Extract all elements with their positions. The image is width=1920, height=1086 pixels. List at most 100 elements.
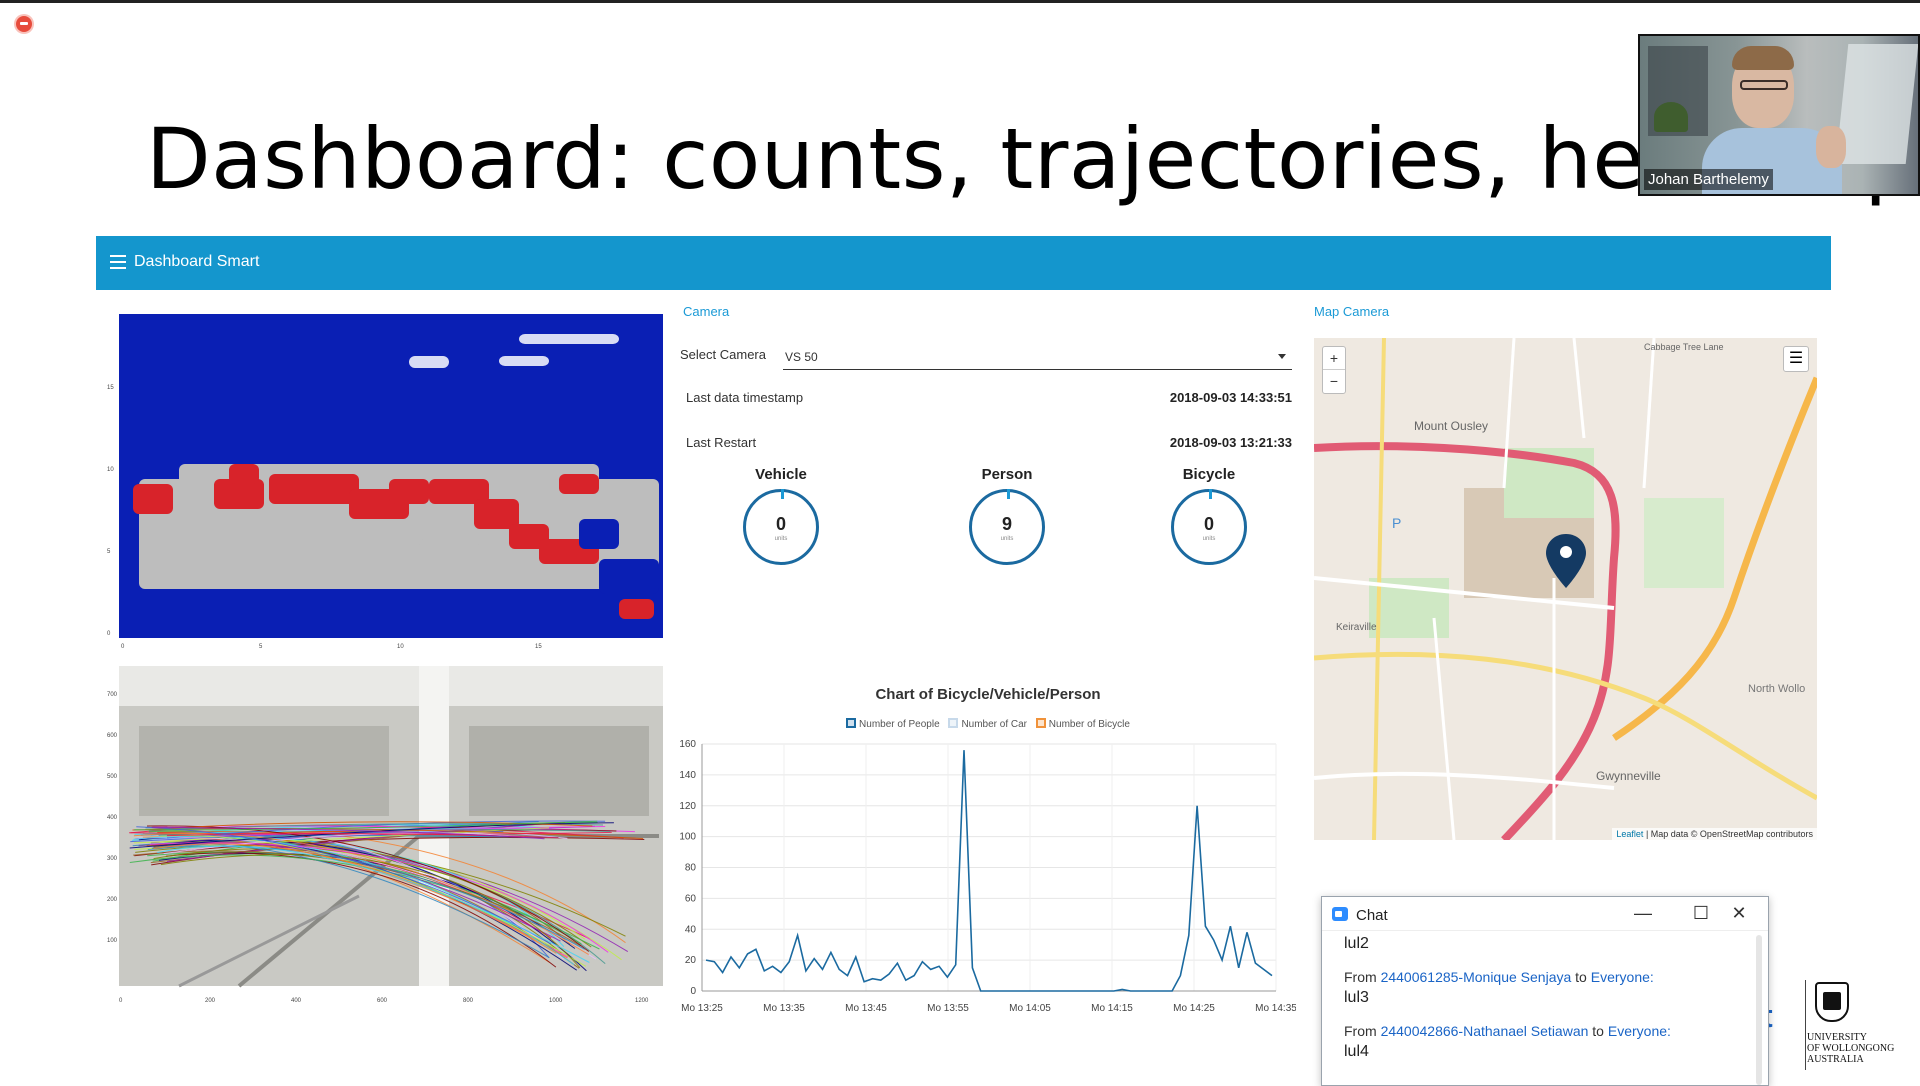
heatmap-cell — [579, 519, 619, 549]
y-tick-label: 80 — [685, 863, 697, 874]
dashboard-header: Dashboard Smart — [96, 236, 1831, 290]
map-label-north-wollongong: North Wollo — [1748, 683, 1805, 695]
uow-logo: UNIVERSITY OF WOLLONGONG AUSTRALIA — [1805, 980, 1920, 1080]
heatmap-cell — [389, 479, 429, 504]
zoom-in-button[interactable]: + — [1323, 347, 1345, 370]
x-tick-label: Mo 14:35 — [1255, 1003, 1296, 1014]
to-word: to — [1592, 1023, 1604, 1039]
sender-name[interactable]: 2440061285-Monique Senjaya — [1381, 969, 1572, 985]
y-tick-label: 0 — [690, 986, 696, 997]
x-tick-label: Mo 13:35 — [763, 1003, 805, 1014]
bicycle-gauge-value: 0 — [1203, 514, 1214, 534]
map-section-label: Map Camera — [1314, 304, 1390, 319]
legend-swatch-car — [948, 718, 959, 728]
trajectory-y-tick: 100 — [107, 938, 118, 944]
camera-select[interactable]: VS 50 — [783, 344, 1292, 370]
map-view[interactable]: Mount Ousley Keiraville Gwynneville Nort… — [1314, 338, 1817, 840]
legend-car[interactable]: Number of Car — [948, 718, 1027, 730]
chat-window[interactable]: Chat — ☐ ✕ lul2 From 2440061285-Monique … — [1321, 896, 1769, 1086]
chat-titlebar: Chat — ☐ ✕ — [1322, 897, 1768, 931]
map-label-gwynneville: Gwynneville — [1596, 769, 1661, 783]
screen-top-border — [0, 0, 1920, 3]
legend-swatch-people — [846, 718, 857, 728]
person-gauge-ring: 9 units — [969, 489, 1045, 565]
heatmap-x-tick: 10 — [397, 644, 404, 648]
trajectory-x-tick: 400 — [291, 998, 302, 1002]
heatmap-cell — [474, 499, 519, 529]
last-timestamp-row: Last data timestamp 2018-09-03 14:33:51 — [686, 390, 1292, 410]
last-restart-label: Last Restart — [686, 435, 757, 450]
from-word: From — [1344, 969, 1377, 985]
chat-message-sender: From 2440061285-Monique Senjaya to Every… — [1344, 969, 1746, 985]
heatmap-cell — [519, 334, 619, 344]
heatmap-x-tick: 15 — [535, 644, 542, 648]
last-timestamp-value: 2018-09-03 14:33:51 — [1169, 390, 1292, 405]
heatmap-cell — [419, 539, 479, 559]
map-zoom-control: + − — [1322, 346, 1346, 394]
zoom-chat-icon — [1332, 907, 1348, 921]
video-person-hair — [1732, 46, 1794, 70]
trajectory-x-tick: 1000 — [549, 998, 563, 1002]
to-word: to — [1575, 969, 1587, 985]
person-gauge: Person 9 units — [957, 466, 1057, 565]
y-tick-label: 20 — [685, 955, 697, 966]
person-gauge-unit: units — [1000, 536, 1014, 542]
video-glasses — [1740, 80, 1788, 90]
heatmap-y-tick: 10 — [107, 467, 114, 473]
heatmap-cell — [133, 484, 173, 514]
map-svg: Mount Ousley Keiraville Gwynneville Nort… — [1314, 338, 1817, 840]
vehicle-gauge: Vehicle 0 units — [731, 466, 831, 565]
university-name-line3: AUSTRALIA — [1807, 1054, 1864, 1065]
dashboard-title: Dashboard Smart — [134, 253, 260, 270]
gauge-needle-icon — [1007, 489, 1010, 499]
heatmap-cell — [409, 356, 449, 368]
recording-indicator-icon[interactable] — [16, 16, 32, 32]
legend-people-label: Number of People — [859, 719, 940, 730]
chat-message-text: lul4 — [1344, 1043, 1369, 1060]
trajectory-x-tick: 200 — [205, 998, 216, 1002]
heatmap-cell — [229, 464, 259, 484]
chat-scrollbar[interactable] — [1756, 935, 1762, 1085]
trajectory-y-tick: 300 — [107, 856, 118, 862]
bicycle-gauge: Bicycle 0 units — [1159, 466, 1259, 565]
chat-messages: lul2 From 2440061285-Monique Senjaya to … — [1322, 931, 1768, 1081]
close-button[interactable]: ✕ — [1728, 903, 1750, 925]
gauge-needle-icon — [781, 489, 784, 499]
line-chart-svg: 0 20 40 60 80 100 120 140 160 Mo 13:25 Mo 13:35 Mo … — [679, 739, 1297, 1014]
x-tick-label: Mo 13:45 — [845, 1003, 887, 1014]
maximize-button[interactable]: ☐ — [1690, 903, 1712, 925]
legend-car-label: Number of Car — [961, 719, 1028, 730]
recipient-name[interactable]: Everyone: — [1591, 969, 1654, 985]
heatmap-cell — [619, 599, 654, 619]
chat-message-text: lul2 — [1344, 935, 1369, 952]
heatmap-svg: 1510500 5 10 15 — [107, 314, 663, 648]
trajectory-y-tick: 500 — [107, 774, 118, 780]
legend-swatch-bicycle — [1035, 718, 1046, 728]
chat-message-sender: From 2440042866-Nathanael Setiawan to Ev… — [1344, 1023, 1746, 1039]
dropdown-caret-icon — [1278, 354, 1286, 359]
zoom-out-button[interactable]: − — [1323, 370, 1345, 393]
y-tick-label: 160 — [680, 739, 696, 750]
sender-name[interactable]: 2440042866-Nathanael Setiawan — [1381, 1023, 1589, 1039]
university-name: UNIVERSITY OF WOLLONGONG AUSTRALIA — [1807, 1032, 1894, 1065]
trajectory-y-tick: 700 — [107, 692, 118, 698]
recipient-name[interactable]: Everyone: — [1608, 1023, 1671, 1039]
hamburger-menu-icon[interactable] — [110, 255, 126, 269]
minimize-button[interactable]: — — [1632, 903, 1654, 925]
layers-menu-icon[interactable]: ☰ — [1783, 346, 1809, 372]
chart-legend: Number of People Number of Car Number of… — [680, 718, 1296, 730]
participant-video-tile[interactable]: Johan Barthelemy — [1638, 34, 1920, 196]
bicycle-gauge-unit: units — [1202, 536, 1216, 542]
legend-people[interactable]: Number of People — [846, 718, 940, 730]
heatmap-cell — [599, 559, 659, 594]
video-window — [1835, 44, 1918, 164]
legend-bicycle[interactable]: Number of Bicycle — [1035, 718, 1130, 730]
camera-section-label: Camera — [683, 304, 730, 319]
vehicle-gauge-ring: 0 units — [743, 489, 819, 565]
trajectory-y-tick: 400 — [107, 815, 118, 821]
leaflet-link[interactable]: Leaflet — [1616, 829, 1643, 839]
last-timestamp-label: Last data timestamp — [686, 390, 804, 405]
university-crest-icon — [1815, 982, 1849, 1022]
trajectories-plot: 700 600 500 400 300 200 100 0 200 400 600 800 1000 12… — [107, 666, 663, 1002]
y-tick-label: 40 — [685, 924, 697, 935]
